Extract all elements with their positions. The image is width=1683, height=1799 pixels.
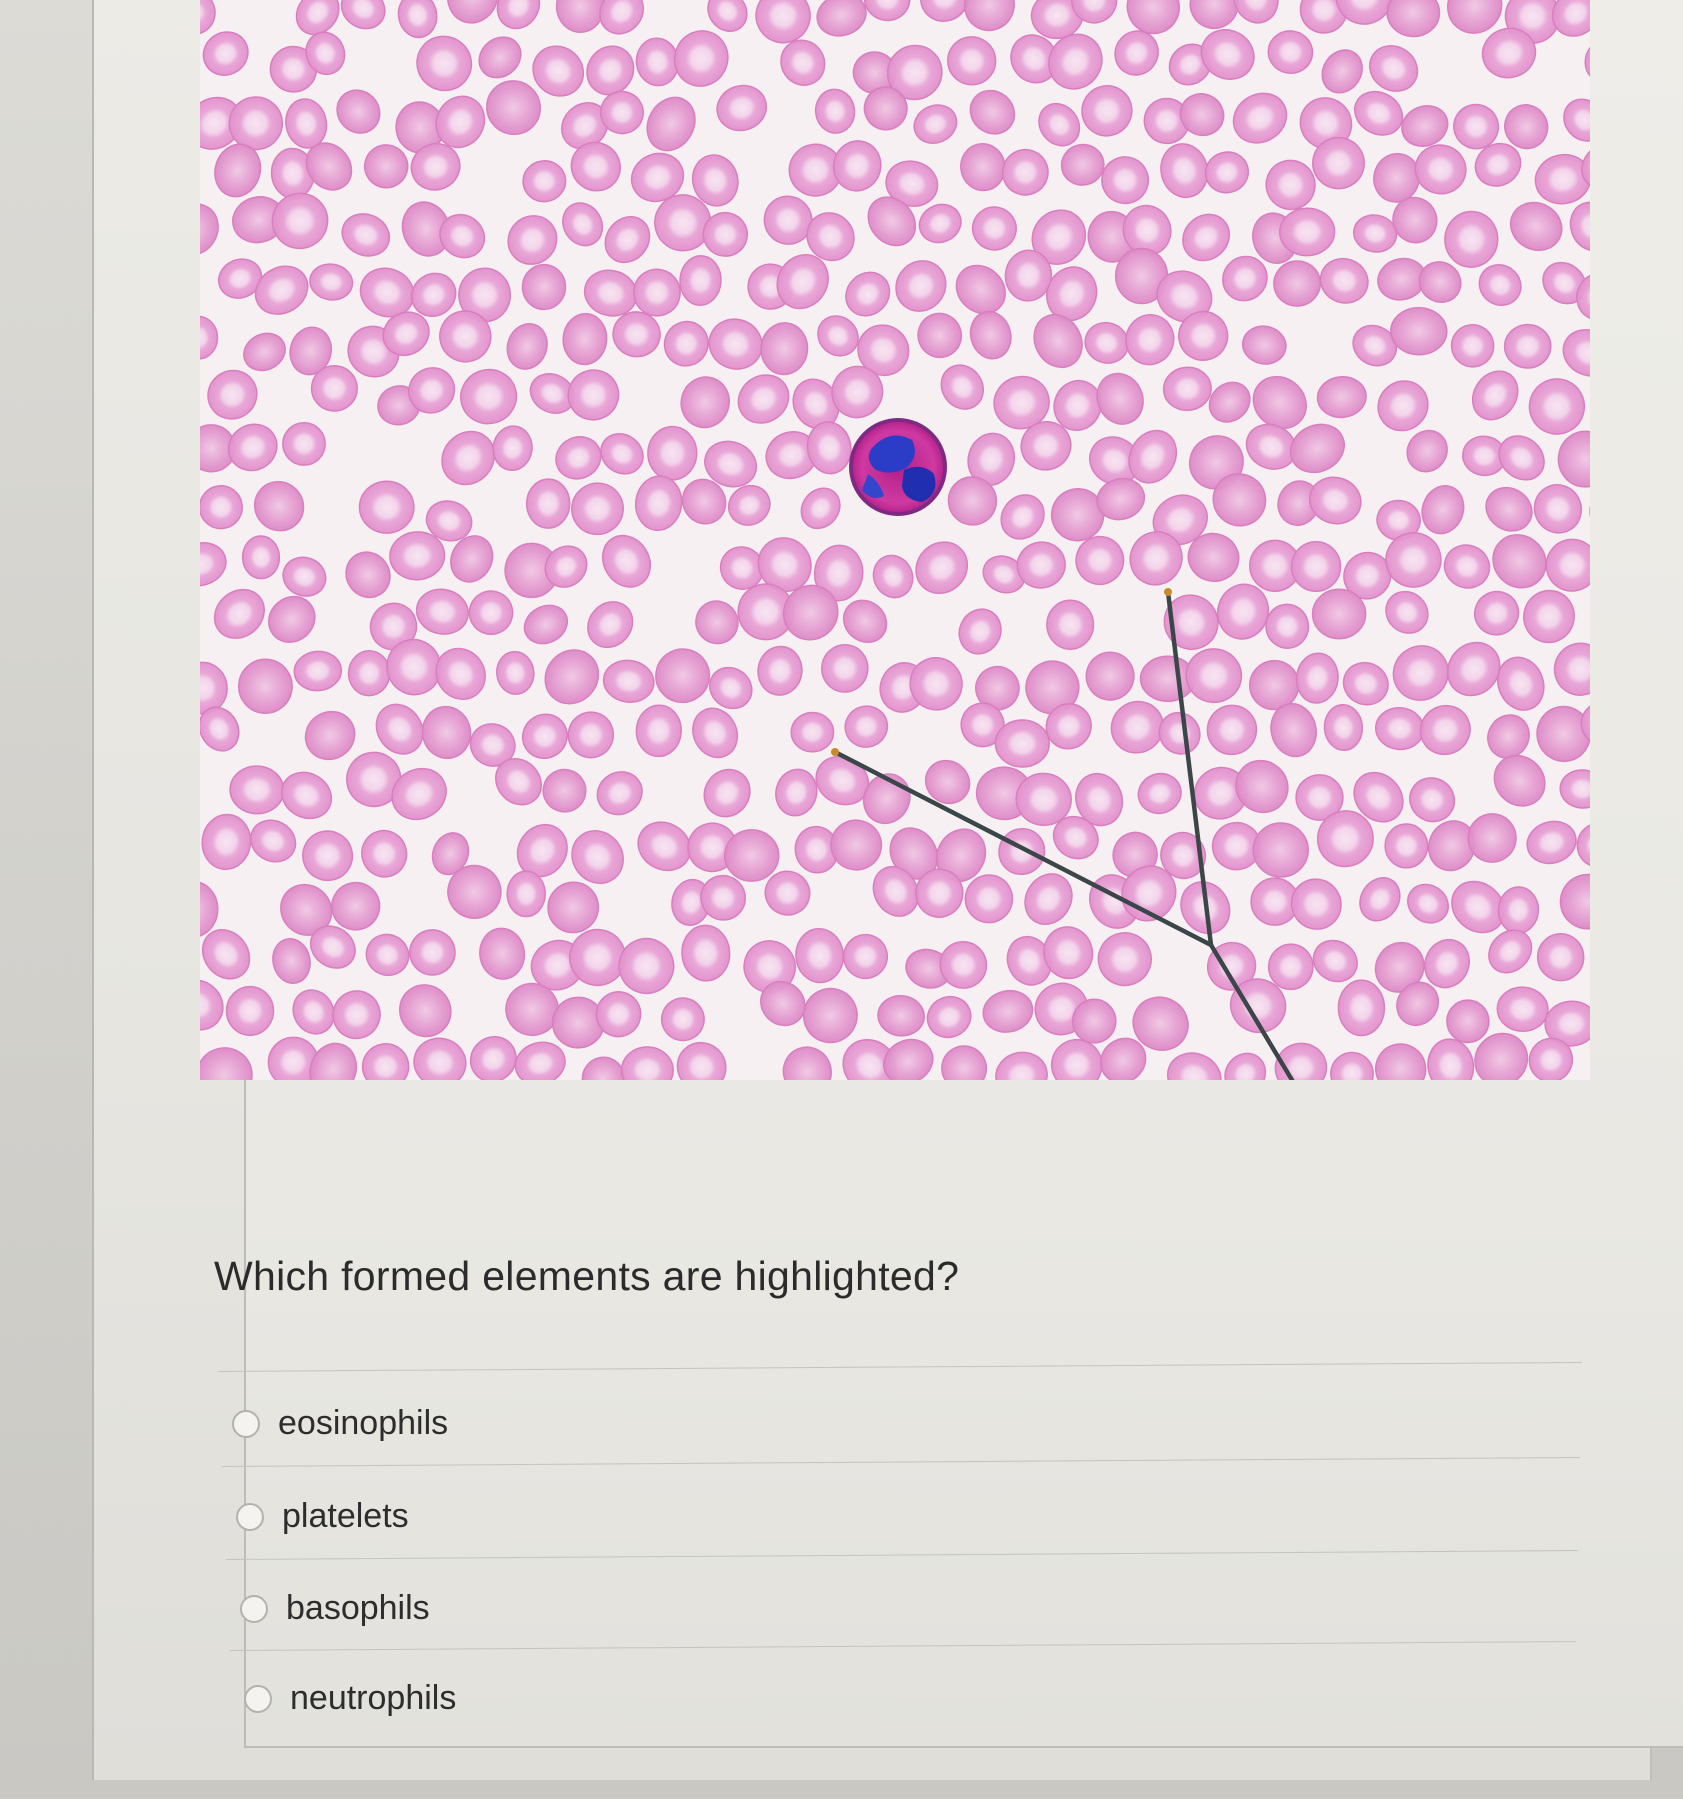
- radio-button[interactable]: [236, 1502, 264, 1531]
- radio-button[interactable]: [240, 1594, 268, 1623]
- red-blood-cell: [347, 650, 391, 697]
- red-blood-cell: [1279, 207, 1336, 257]
- red-blood-cell: [1503, 323, 1552, 369]
- red-blood-cell: [1252, 822, 1309, 878]
- red-blood-cell: [647, 425, 698, 481]
- red-blood-cell: [1311, 588, 1367, 640]
- red-blood-cell: [723, 829, 780, 882]
- red-blood-cell: [241, 535, 281, 580]
- option-eosinophils[interactable]: eosinophils: [232, 1404, 448, 1443]
- option-basophils[interactable]: basophils: [240, 1589, 430, 1628]
- option-label: platelets: [282, 1497, 409, 1535]
- red-blood-cell: [551, 996, 605, 1049]
- red-blood-cell: [1384, 823, 1429, 869]
- red-blood-cell: [358, 480, 415, 534]
- radio-button[interactable]: [232, 1409, 260, 1438]
- red-blood-cell: [1390, 306, 1448, 356]
- option-neutrophils[interactable]: neutrophils: [244, 1679, 456, 1718]
- red-blood-cell: [506, 870, 546, 918]
- option-label: eosinophils: [278, 1404, 449, 1442]
- red-blood-cell: [1337, 979, 1386, 1037]
- white-blood-cell: [849, 418, 947, 516]
- red-blood-cell: [525, 478, 571, 529]
- red-blood-cell: [1290, 540, 1342, 593]
- red-blood-cell: [521, 263, 567, 311]
- red-blood-cell: [994, 719, 1050, 768]
- radio-button[interactable]: [244, 1684, 272, 1713]
- red-blood-cell: [225, 985, 275, 1036]
- blood-smear-image: [200, 0, 1590, 1080]
- red-blood-cell: [1446, 999, 1490, 1044]
- red-blood-cell: [1046, 599, 1095, 650]
- red-blood-cell: [790, 711, 835, 753]
- option-label: basophils: [286, 1589, 430, 1627]
- option-platelets[interactable]: platelets: [236, 1497, 409, 1536]
- option-label: neutrophils: [290, 1679, 457, 1717]
- question-prompt: Which formed elements are highlighted?: [214, 1253, 960, 1299]
